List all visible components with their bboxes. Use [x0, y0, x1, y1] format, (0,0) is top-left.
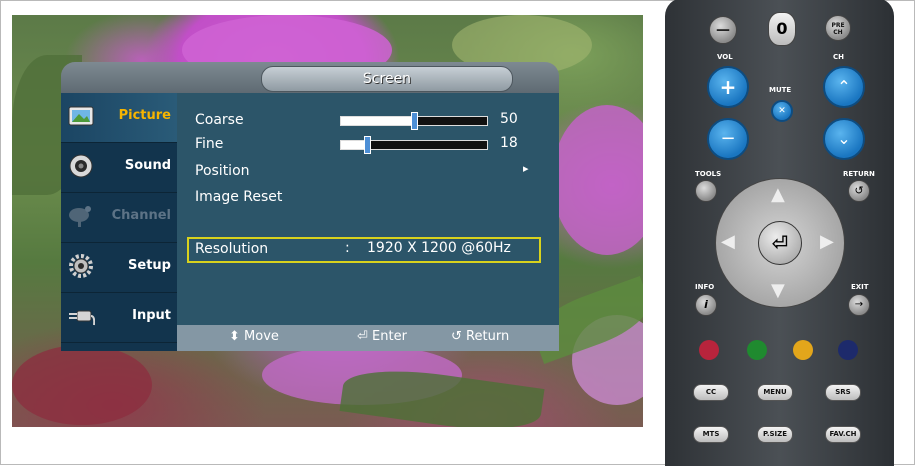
arrow-right-icon[interactable]: ▶	[820, 231, 834, 252]
plug-icon	[69, 310, 95, 326]
srs-button[interactable]: SRS	[825, 384, 861, 401]
nav-item-picture[interactable]: Picture	[61, 93, 177, 143]
menu-item-fine[interactable]: Fine	[195, 134, 223, 154]
channel-down-button[interactable]: ⌄	[823, 118, 865, 160]
menu-item-resolution[interactable]: Resolution	[195, 239, 268, 259]
move-hint: ⬍ Move	[229, 329, 279, 344]
osd-sidebar: Picture Sound Channel Setup Input	[61, 93, 177, 351]
satellite-dish-icon	[69, 206, 91, 227]
osd-menu: Screen Picture Sound Channel Setup Input…	[61, 62, 559, 351]
move-label: Move	[244, 329, 279, 344]
mts-button[interactable]: MTS	[693, 426, 729, 443]
yellow-button[interactable]	[793, 340, 813, 360]
nav-item-channel[interactable]: Channel	[61, 193, 177, 243]
tools-label: TOOLS	[695, 170, 722, 178]
updown-arrow-icon: ⬍	[229, 329, 240, 344]
favch-button[interactable]: FAV.CH	[825, 426, 861, 443]
return-label: RETURN	[843, 170, 875, 178]
ch-label: CH	[833, 53, 844, 61]
nav-label: Sound	[124, 158, 171, 173]
menu-item-label: Fine	[195, 136, 224, 152]
submenu-arrow-icon: ▸	[523, 162, 529, 175]
arrow-left-icon[interactable]: ◀	[721, 231, 735, 252]
picture-icon	[68, 106, 94, 126]
coarse-slider[interactable]	[340, 112, 488, 130]
return-label: Return	[466, 329, 510, 344]
slider-knob[interactable]	[364, 136, 372, 154]
info-label: INFO	[695, 283, 715, 291]
fine-value: 18	[500, 135, 518, 151]
menu-item-label: Resolution	[195, 241, 269, 257]
cc-button[interactable]: CC	[693, 384, 729, 401]
exit-label: EXIT	[851, 283, 869, 291]
nav-item-setup[interactable]: Setup	[61, 243, 177, 293]
nav-label: Setup	[128, 258, 171, 273]
dash-button[interactable]: —	[709, 16, 737, 44]
nav-label: Picture	[118, 108, 171, 123]
psize-button[interactable]: P.SIZE	[757, 426, 793, 443]
number-0-button[interactable]: 0	[768, 12, 796, 46]
osd-header: Screen	[61, 62, 559, 93]
menu-item-coarse[interactable]: Coarse	[195, 110, 244, 130]
nav-item-sound[interactable]: Sound	[61, 143, 177, 193]
osd-title-tab: Screen	[261, 66, 513, 92]
nav-label: Channel	[111, 208, 171, 223]
remote-control: — 0 PRE CH VOL CH + ⌃ MUTE ✕ − ⌄ TOOLS R…	[665, 0, 894, 466]
mute-label: MUTE	[769, 86, 792, 94]
osd-content: Coarse 50 Fine 18 Position ▸ Image Reset…	[177, 93, 559, 325]
nav-item-input[interactable]: Input	[61, 293, 177, 343]
menu-item-label: Coarse	[195, 112, 244, 128]
menu-item-label: Image Reset	[195, 189, 283, 205]
resolution-separator: :	[345, 240, 350, 256]
arrow-down-icon[interactable]: ▼	[771, 280, 785, 301]
osd-footer: ⬍ Move ⏎ Enter ↺ Return	[177, 325, 559, 351]
enter-hint: ⏎ Enter	[357, 329, 407, 344]
arrow-up-icon[interactable]: ▲	[771, 184, 785, 205]
return-button[interactable]: ↺	[848, 180, 870, 202]
resolution-value: 1920 X 1200 @60Hz	[367, 240, 511, 256]
menu-button[interactable]: MENU	[757, 384, 793, 401]
fine-slider[interactable]	[340, 136, 488, 154]
return-icon: ↺	[451, 329, 462, 344]
speaker-icon	[69, 154, 93, 178]
red-button[interactable]	[699, 340, 719, 360]
slider-knob[interactable]	[411, 112, 418, 130]
blue-button[interactable]	[838, 340, 858, 360]
info-button[interactable]: i	[695, 294, 717, 316]
mute-button[interactable]: ✕	[771, 100, 793, 122]
nav-label: Input	[132, 308, 171, 323]
menu-item-label: Position	[195, 163, 250, 179]
flower-petal	[12, 345, 152, 425]
vol-label: VOL	[717, 53, 733, 61]
tools-button[interactable]	[695, 180, 717, 202]
green-button[interactable]	[747, 340, 767, 360]
gear-icon	[69, 254, 93, 278]
exit-button[interactable]: →	[848, 294, 870, 316]
volume-down-button[interactable]: −	[707, 118, 749, 160]
menu-item-position[interactable]: Position	[195, 161, 250, 181]
return-hint: ↺ Return	[451, 329, 509, 344]
slider-fill	[341, 117, 414, 125]
flower-petal	[552, 105, 643, 255]
pre-ch-button[interactable]: PRE CH	[825, 15, 851, 41]
enter-label: Enter	[372, 329, 407, 344]
coarse-value: 50	[500, 111, 518, 127]
menu-item-image-reset[interactable]: Image Reset	[195, 187, 282, 207]
osd-title: Screen	[362, 71, 412, 87]
enter-icon: ⏎	[357, 329, 368, 344]
volume-up-button[interactable]: +	[707, 66, 749, 108]
enter-button[interactable]: ⏎	[758, 221, 802, 265]
channel-up-button[interactable]: ⌃	[823, 66, 865, 108]
